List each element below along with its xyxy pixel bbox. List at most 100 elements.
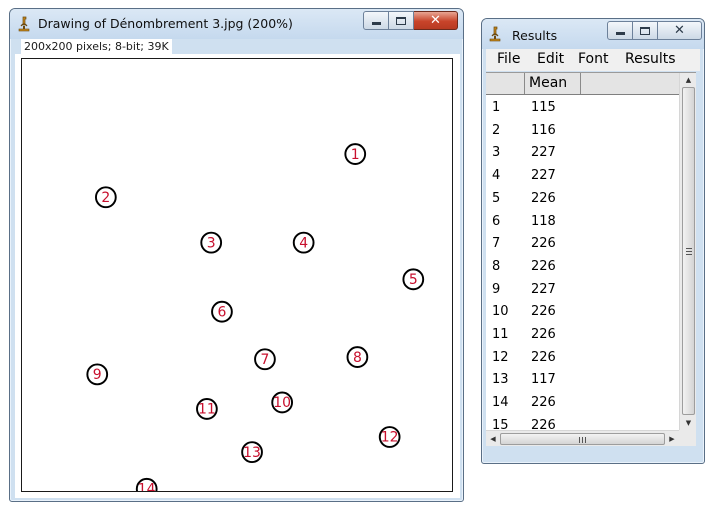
- row-index: 9: [492, 281, 501, 297]
- row-index: 6: [492, 213, 501, 229]
- scroll-right-icon[interactable]: ▶: [665, 431, 679, 447]
- maximize-button[interactable]: [633, 21, 658, 40]
- table-row[interactable]: 4 227: [486, 164, 679, 187]
- row-mean-value: 227: [531, 168, 556, 184]
- row-mean-value: 116: [531, 122, 556, 138]
- particle-12: 12: [378, 426, 401, 448]
- particle-3: 3: [200, 231, 223, 254]
- minimize-button[interactable]: [363, 11, 389, 30]
- image-window-title: Drawing of Dénombrement 3.jpg (200%): [38, 16, 293, 31]
- particle-11: 11: [196, 398, 218, 420]
- row-mean-value: 226: [531, 236, 556, 252]
- particle-label: 5: [409, 272, 418, 288]
- minimize-button[interactable]: [607, 21, 633, 40]
- table-row[interactable]: 14 226: [486, 391, 679, 414]
- results-table[interactable]: Mean 1 115 2 116 3 227 4 227 5 226 6 118 7 226 8 226 9 22…: [486, 72, 696, 446]
- image-canvas[interactable]: 123456789101112131415: [21, 58, 453, 492]
- row-mean-value: 226: [531, 190, 556, 206]
- particle-label: 3: [207, 235, 216, 251]
- particle-14: 14: [135, 477, 158, 491]
- vertical-scroll-thumb[interactable]: [682, 87, 695, 415]
- results-window-titlebar[interactable]: Results ✕: [482, 19, 704, 49]
- close-icon: ✕: [430, 13, 441, 28]
- particle-2: 2: [94, 186, 117, 209]
- row-index: 7: [492, 236, 501, 252]
- row-mean-value: 118: [531, 213, 556, 229]
- table-row[interactable]: 2 116: [486, 119, 679, 142]
- row-index: 11: [492, 327, 509, 342]
- table-row[interactable]: 6 118: [486, 210, 679, 233]
- vertical-scrollbar[interactable]: ▲ ▼: [679, 73, 696, 430]
- particle-7: 7: [254, 348, 276, 371]
- menu-file[interactable]: File: [497, 51, 520, 67]
- scroll-up-icon[interactable]: ▲: [680, 73, 697, 87]
- horizontal-scroll-thumb[interactable]: [500, 433, 665, 445]
- particle-label: 9: [93, 367, 102, 383]
- results-menubar: File Edit Font Results: [486, 49, 700, 71]
- imagej-microscope-icon[interactable]: [488, 26, 502, 42]
- row-index: 1: [492, 100, 501, 115]
- row-index: 5: [492, 190, 501, 206]
- close-button[interactable]: ✕: [658, 21, 702, 40]
- particle-drawing: 123456789101112131415: [86, 143, 425, 491]
- row-index: 12: [492, 349, 509, 365]
- table-row[interactable]: 5 226: [486, 187, 679, 210]
- scroll-left-icon[interactable]: ◀: [486, 431, 500, 447]
- row-index: 8: [492, 258, 501, 274]
- menu-edit[interactable]: Edit: [537, 51, 564, 67]
- particle-label: 11: [198, 402, 216, 418]
- row-index: 3: [492, 145, 501, 161]
- row-mean-value: 227: [531, 145, 556, 161]
- particle-label: 4: [299, 235, 308, 251]
- table-row[interactable]: 11 226: [486, 323, 679, 346]
- row-index: 4: [492, 168, 501, 184]
- table-row[interactable]: 3 227: [486, 141, 679, 164]
- table-row[interactable]: 8 226: [486, 255, 679, 278]
- particle-label: 12: [381, 430, 399, 446]
- table-row[interactable]: 7 226: [486, 232, 679, 255]
- particle-6: 6: [211, 300, 233, 323]
- scroll-down-icon[interactable]: ▼: [680, 416, 697, 430]
- minimize-icon: [371, 22, 381, 25]
- particle-8: 8: [346, 346, 369, 368]
- results-window-title: Results: [512, 28, 558, 43]
- row-mean-value: 226: [531, 258, 556, 274]
- maximize-icon: [640, 26, 650, 35]
- table-header: Mean: [486, 73, 679, 95]
- close-button[interactable]: ✕: [414, 11, 458, 30]
- menu-font[interactable]: Font: [578, 51, 608, 67]
- row-index: 13: [492, 372, 509, 388]
- image-window-titlebar[interactable]: Drawing of Dénombrement 3.jpg (200%) ✕: [10, 9, 463, 39]
- imagej-microscope-icon[interactable]: [17, 16, 31, 32]
- particle-label: 1: [351, 147, 360, 163]
- row-mean-value: 226: [531, 349, 556, 365]
- particle-9: 9: [86, 363, 109, 386]
- maximize-button[interactable]: [389, 11, 414, 30]
- image-canvas-frame: 123456789101112131415: [15, 54, 460, 498]
- row-index: 10: [492, 304, 509, 320]
- particle-1: 1: [344, 143, 367, 165]
- table-row[interactable]: 9 227: [486, 278, 679, 301]
- table-row[interactable]: 1 115: [486, 96, 679, 119]
- row-mean-value: 115: [531, 100, 556, 115]
- row-index: 14: [492, 395, 509, 411]
- scroll-corner: [679, 430, 696, 446]
- column-header-mean[interactable]: Mean: [525, 73, 581, 94]
- maximize-icon: [396, 16, 406, 25]
- particle-10: 10: [271, 391, 294, 414]
- particle-label: 8: [353, 350, 362, 366]
- particle-5: 5: [402, 268, 425, 291]
- row-index: 2: [492, 122, 501, 138]
- table-row[interactable]: 13 117: [486, 368, 679, 391]
- menu-results[interactable]: Results: [625, 51, 676, 67]
- particle-label: 6: [217, 304, 226, 320]
- table-row[interactable]: 12 226: [486, 346, 679, 369]
- row-mean-value: 117: [531, 372, 556, 388]
- horizontal-scrollbar[interactable]: ◀ ▶: [486, 430, 679, 446]
- image-window: Drawing of Dénombrement 3.jpg (200%) ✕ 2…: [9, 8, 464, 502]
- particle-label: 10: [273, 395, 291, 411]
- image-info-line: 200x200 pixels; 8-bit; 39K: [21, 39, 172, 54]
- table-row[interactable]: 10 226: [486, 300, 679, 323]
- column-header-index[interactable]: [486, 73, 525, 94]
- particle-13: 13: [241, 441, 263, 464]
